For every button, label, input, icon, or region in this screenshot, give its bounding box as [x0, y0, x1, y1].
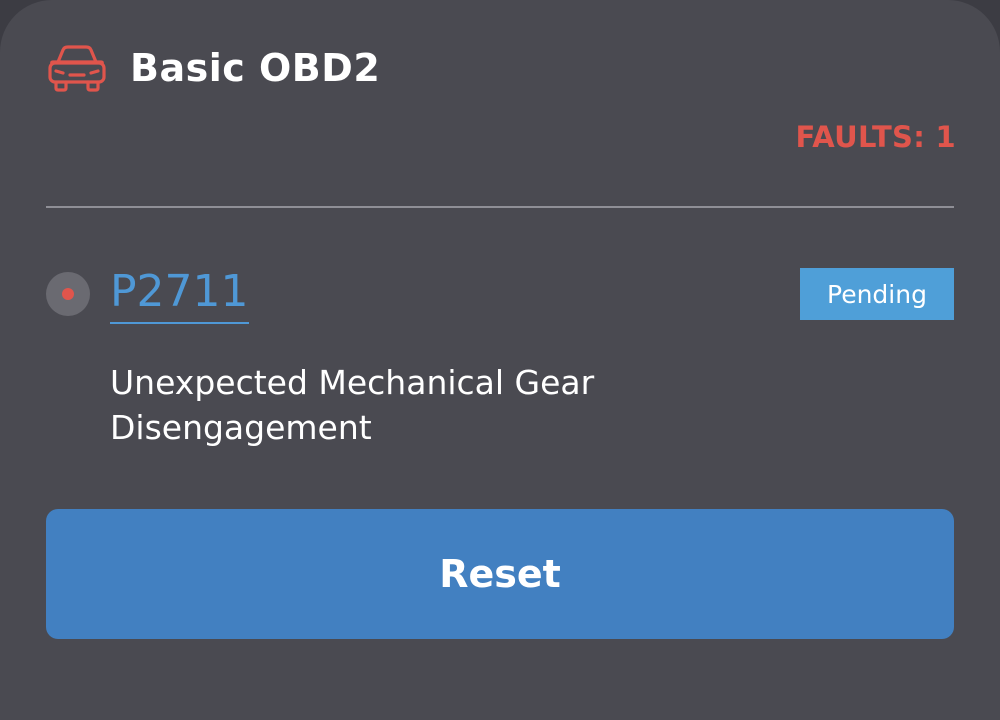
reset-button[interactable]: Reset — [46, 509, 954, 639]
fault-status-indicator — [46, 272, 90, 316]
fault-description: Unexpected Mechanical Gear Disengagement — [110, 363, 595, 447]
car-icon — [48, 45, 106, 92]
card-title: Basic OBD2 — [130, 46, 381, 90]
card-header: Basic OBD2 — [46, 40, 380, 96]
fault-code-link[interactable]: P2711 — [110, 266, 249, 324]
status-badge: Pending — [800, 268, 954, 320]
divider — [46, 206, 954, 208]
faults-count: FAULTS: 1 — [795, 120, 956, 154]
red-dot-icon — [62, 288, 74, 300]
obd2-card: Basic OBD2 FAULTS: 1 P2711 Pending Unexp… — [0, 0, 1000, 720]
